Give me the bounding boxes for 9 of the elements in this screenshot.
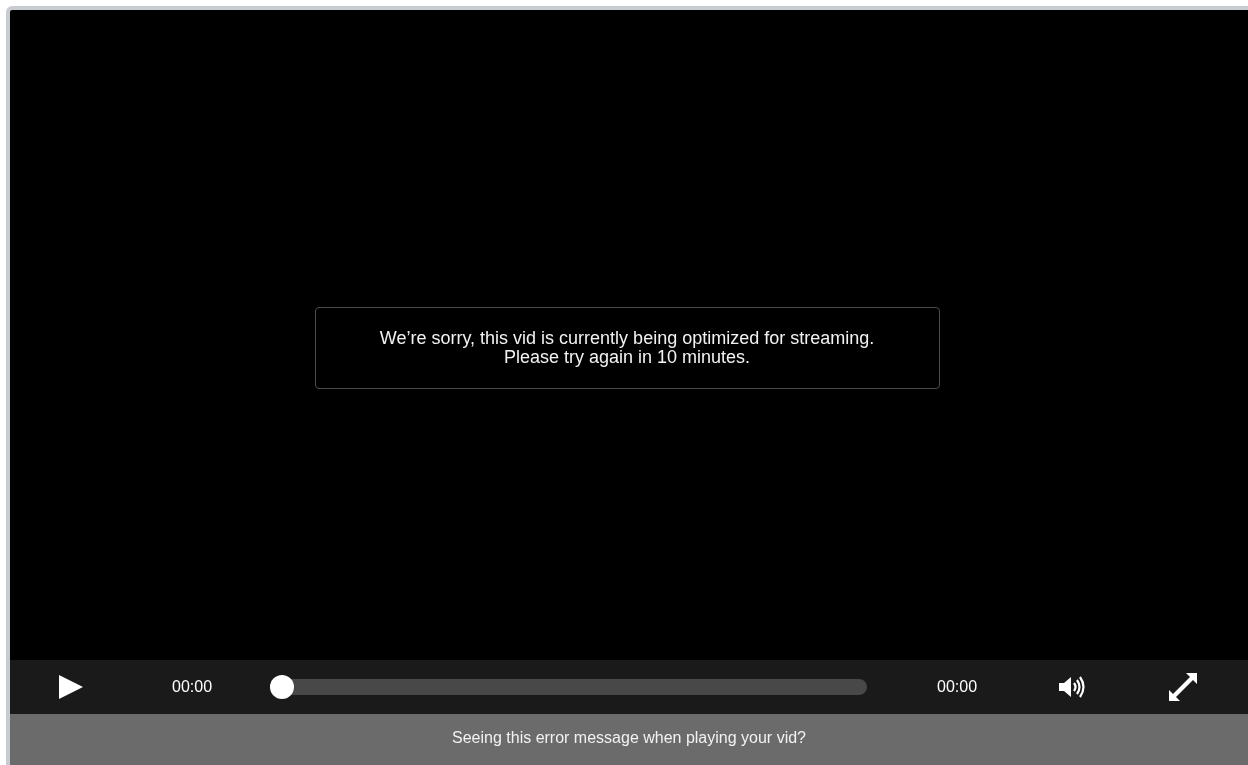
duration-time: 00:00 xyxy=(937,678,978,696)
seek-handle[interactable] xyxy=(270,675,295,699)
play-icon[interactable] xyxy=(58,674,84,700)
error-message: We’re sorry, this vid is currently being optimized for streaming. Please try again in 10 minutes. xyxy=(378,329,876,367)
help-caption: Seeing this error message when playing your vid? xyxy=(452,729,806,748)
seek-bar[interactable] xyxy=(270,675,868,699)
current-time: 00:00 xyxy=(172,678,213,696)
fullscreen-icon[interactable] xyxy=(1169,673,1198,701)
volume-icon[interactable] xyxy=(1057,674,1088,700)
